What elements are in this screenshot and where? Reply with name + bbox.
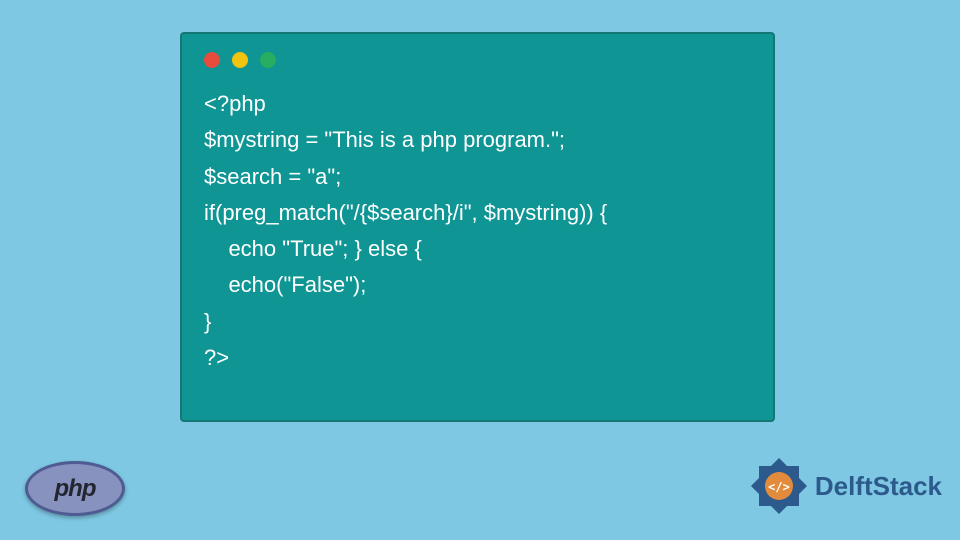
code-window: <?php $mystring = "This is a php program… (180, 32, 775, 422)
maximize-icon (260, 52, 276, 68)
code-line: $mystring = "This is a php program."; (204, 127, 565, 152)
code-line: $search = "a"; (204, 164, 341, 189)
brand-icon: </> (749, 456, 809, 516)
code-line: } (204, 309, 211, 334)
brand-logo: </> DelftStack (749, 456, 942, 516)
close-icon (204, 52, 220, 68)
window-controls (204, 52, 751, 68)
svg-text:</>: </> (768, 480, 790, 494)
php-logo: php (25, 461, 125, 516)
code-line: ?> (204, 345, 229, 370)
brand-name: DelftStack (815, 471, 942, 502)
code-content: <?php $mystring = "This is a php program… (204, 86, 751, 376)
code-line: echo("False"); (204, 272, 366, 297)
minimize-icon (232, 52, 248, 68)
code-line: echo "True"; } else { (204, 236, 422, 261)
code-line: if(preg_match("/{$search}/i", $mystring)… (204, 200, 607, 225)
php-logo-text: php (55, 475, 96, 503)
code-line: <?php (204, 91, 266, 116)
